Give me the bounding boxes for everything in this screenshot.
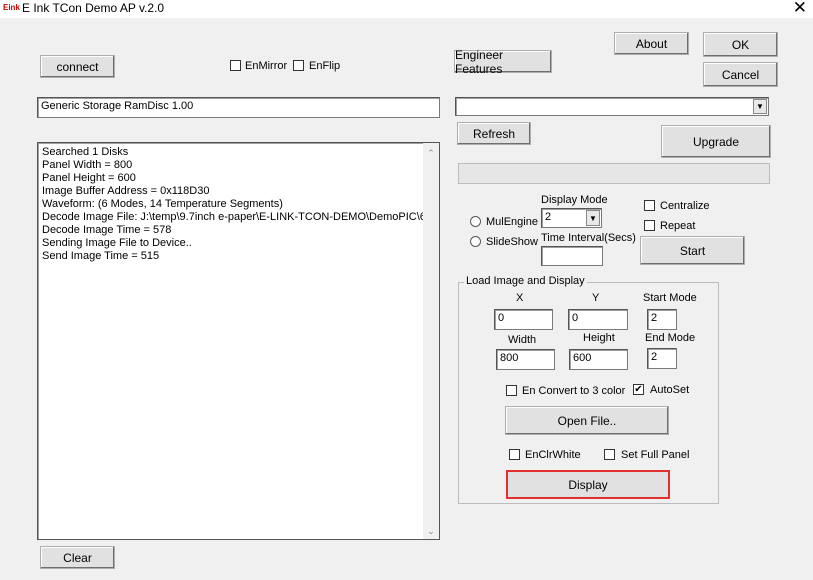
about-button[interactable]: About — [614, 32, 689, 55]
display-button[interactable]: Display — [506, 470, 670, 499]
time-interval-label: Time Interval(Secs) — [541, 232, 636, 244]
connect-button[interactable]: connect — [40, 55, 115, 78]
log-line: Waveform: (6 Modes, 14 Temperature Segme… — [42, 198, 283, 210]
width-input[interactable]: 800 — [496, 349, 555, 370]
height-label: Height — [583, 332, 615, 344]
start-mode-label: Start Mode — [643, 292, 697, 304]
log-line: Panel Height = 600 — [42, 172, 136, 184]
log-line: Decode Image Time = 578 — [42, 224, 172, 236]
log-line: Send Image Time = 515 — [42, 250, 160, 262]
log-line: Sending Image File to Device.. — [42, 237, 192, 249]
log-scrollbar[interactable]: ⌃ ⌄ — [423, 143, 439, 539]
log-line: Decode Image File: J:\temp\9.7inch e-pap… — [42, 211, 435, 223]
slideshow-radio[interactable] — [470, 236, 481, 247]
scroll-down-icon[interactable]: ⌄ — [423, 523, 439, 539]
log-output[interactable]: Searched 1 Disks Panel Width = 800 Panel… — [37, 142, 440, 540]
enclrwhite-checkbox[interactable] — [509, 449, 520, 460]
clear-button[interactable]: Clear — [40, 546, 115, 569]
autoset-checkbox[interactable]: ✔ — [633, 384, 644, 395]
window-title: E Ink TCon Demo AP v.2.0 — [22, 1, 165, 15]
autoset-label: AutoSet — [650, 384, 690, 396]
enclrwhite-label: EnClrWhite — [525, 449, 581, 461]
progress-bar — [458, 163, 770, 184]
start-mode-input[interactable]: 2 — [647, 309, 677, 330]
enflip-label: EnFlip — [309, 60, 341, 72]
refresh-button[interactable]: Refresh — [457, 122, 531, 145]
width-label: Width — [508, 334, 537, 346]
close-icon[interactable]: ✕ — [793, 0, 807, 18]
load-image-group-title: Load Image and Display — [464, 275, 587, 287]
cancel-button[interactable]: Cancel — [703, 62, 778, 87]
time-interval-input[interactable] — [541, 246, 603, 266]
set-full-panel-label: Set Full Panel — [621, 449, 690, 461]
convert-3color-checkbox[interactable] — [506, 385, 517, 396]
scroll-up-icon[interactable]: ⌃ — [423, 145, 439, 161]
device-combo[interactable] — [455, 97, 769, 116]
end-mode-label: End Mode — [645, 332, 696, 344]
app-logo-icon: Eink — [3, 3, 20, 12]
log-line: Image Buffer Address = 0x118D30 — [42, 185, 210, 197]
enmirror-checkbox[interactable] — [230, 60, 241, 71]
y-input[interactable]: 0 — [568, 309, 628, 330]
log-lines: Searched 1 Disks Panel Width = 800 Panel… — [42, 146, 434, 263]
start-button[interactable]: Start — [640, 236, 745, 265]
repeat-checkbox[interactable] — [644, 220, 655, 231]
enmirror-label: EnMirror — [245, 60, 288, 72]
engineer-features-button[interactable]: Engineer Features — [454, 48, 552, 76]
enflip-checkbox[interactable] — [293, 60, 304, 71]
mulengine-label: MulEngine — [486, 216, 538, 228]
centralize-label: Centralize — [660, 200, 710, 212]
x-label: X — [516, 292, 524, 304]
title-bar: Eink E Ink TCon Demo AP v.2.0 ✕ — [0, 0, 813, 18]
chevron-down-icon[interactable]: ▼ — [586, 210, 600, 226]
display-mode-label: Display Mode — [541, 194, 608, 206]
height-input[interactable]: 600 — [569, 349, 628, 370]
end-mode-input[interactable]: 2 — [647, 348, 677, 369]
log-line: Searched 1 Disks — [42, 146, 129, 158]
convert-3color-label: En Convert to 3 color — [522, 385, 626, 397]
y-label: Y — [592, 292, 600, 304]
chevron-down-icon[interactable]: ▼ — [753, 99, 767, 114]
open-file-button[interactable]: Open File.. — [505, 406, 669, 435]
ok-button[interactable]: OK — [703, 32, 778, 57]
x-input[interactable]: 0 — [494, 309, 553, 330]
log-line: Panel Width = 800 — [42, 159, 133, 171]
repeat-label: Repeat — [660, 220, 696, 232]
set-full-panel-checkbox[interactable] — [604, 449, 615, 460]
centralize-checkbox[interactable] — [644, 200, 655, 211]
upgrade-button[interactable]: Upgrade — [661, 125, 771, 158]
mulengine-radio[interactable] — [470, 216, 481, 227]
device-field[interactable]: Generic Storage RamDisc 1.00 — [37, 97, 440, 118]
slideshow-label: SlideShow — [486, 236, 538, 248]
